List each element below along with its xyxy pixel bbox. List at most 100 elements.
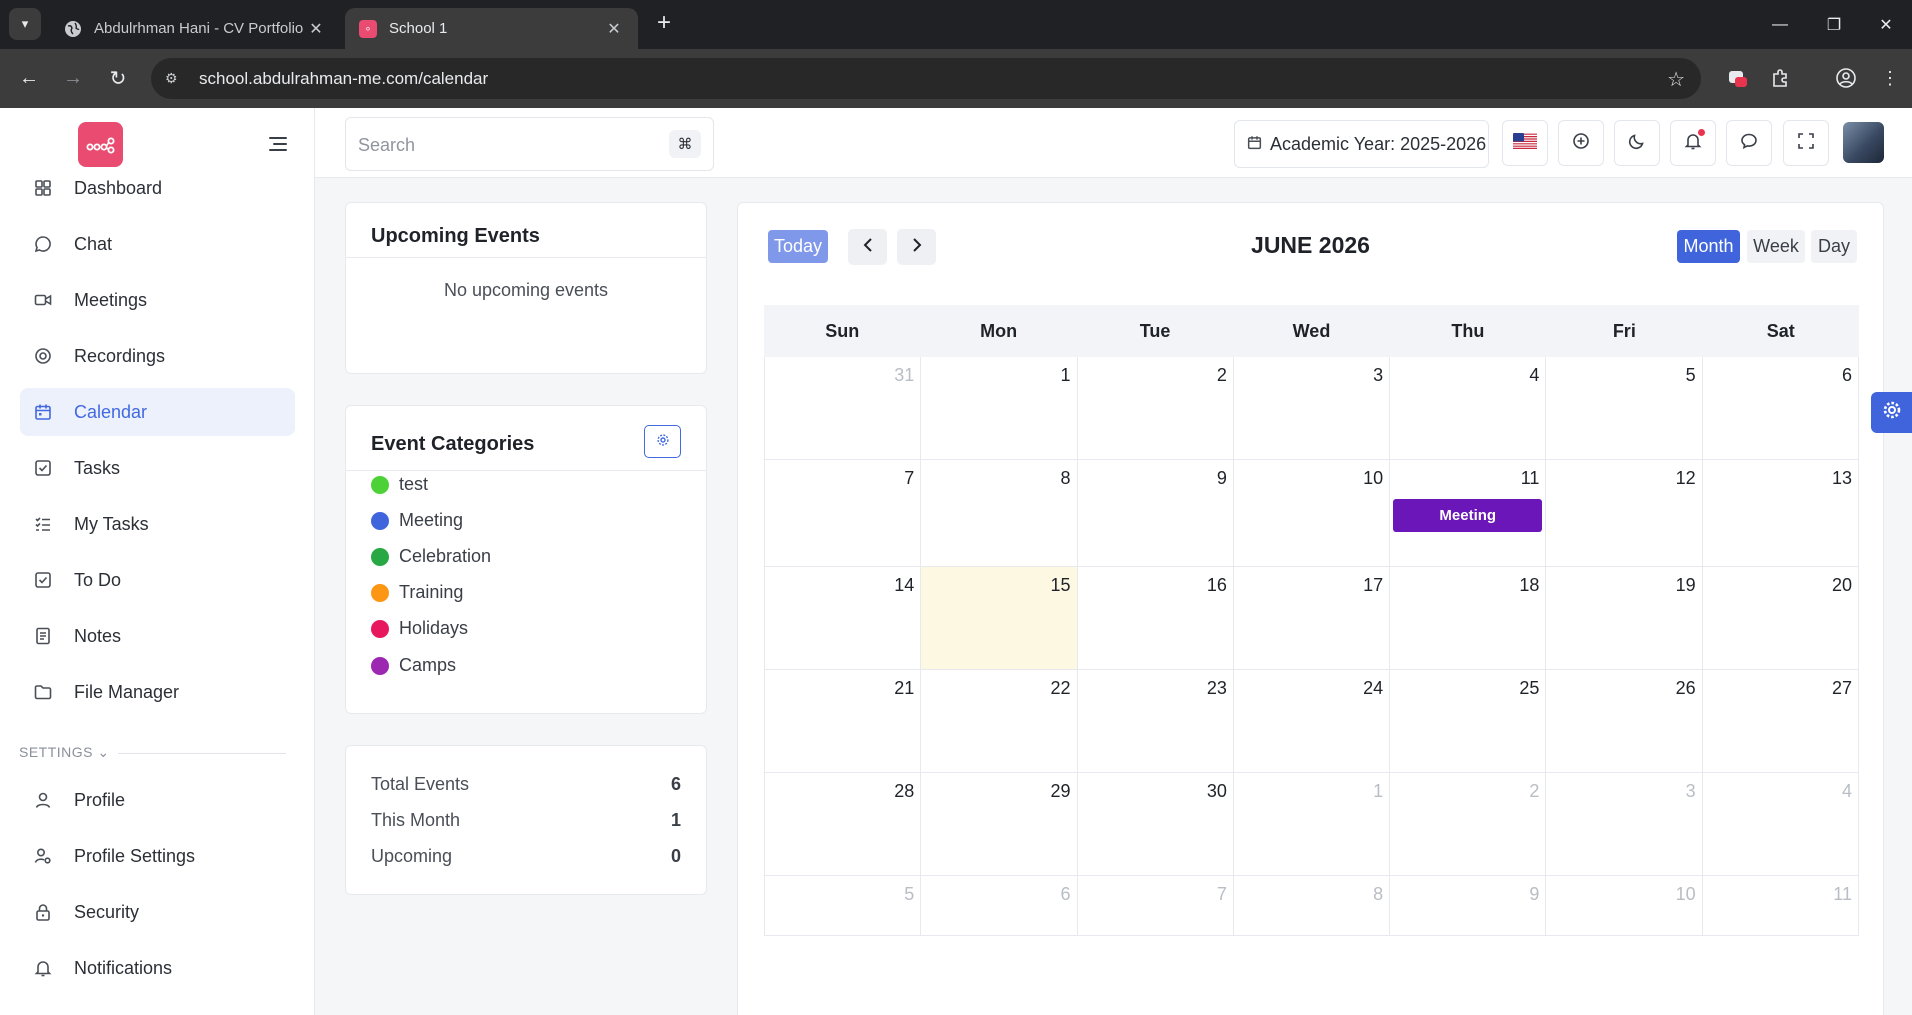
day-number[interactable]: 26	[1676, 678, 1696, 699]
calendar-day-cell-today[interactable]: 15	[921, 567, 1078, 669]
academic-year-selector[interactable]: Academic Year: 2025-2026	[1234, 120, 1489, 168]
day-number[interactable]: 1	[1373, 781, 1383, 802]
close-tab-icon[interactable]: ✕	[306, 19, 326, 39]
sidebar-item-security[interactable]: Security	[20, 888, 295, 936]
calendar-day-cell[interactable]: 20	[1703, 567, 1859, 669]
app-logo[interactable]	[78, 122, 123, 167]
day-number[interactable]: 11	[1521, 468, 1540, 489]
calendar-day-cell[interactable]: 25	[1390, 670, 1547, 772]
reload-icon[interactable]: ↻	[102, 62, 134, 94]
calendar-day-cell[interactable]: 31	[765, 357, 922, 459]
day-number[interactable]: 1	[1061, 365, 1071, 386]
category-item[interactable]: Meeting	[371, 510, 463, 531]
calendar-day-cell[interactable]: 5	[1546, 357, 1703, 459]
calendar-day-cell[interactable]: 8	[1234, 876, 1391, 935]
sidebar-item-to-do[interactable]: To Do	[20, 556, 295, 604]
site-info-icon[interactable]: ⚙	[165, 70, 185, 87]
day-number[interactable]: 9	[1529, 884, 1539, 905]
previous-month-button[interactable]	[848, 229, 887, 265]
calendar-day-cell[interactable]: 2	[1390, 773, 1547, 875]
day-number[interactable]: 10	[1676, 884, 1696, 905]
day-number[interactable]: 17	[1363, 575, 1383, 596]
day-number[interactable]: 5	[1686, 365, 1696, 386]
address-bar[interactable]: ⚙ school.abdulrahman-me.com/calendar ☆	[151, 58, 1701, 99]
day-number[interactable]: 28	[894, 781, 914, 802]
calendar-day-cell[interactable]: 7	[1078, 876, 1234, 935]
calendar-day-cell[interactable]: 5	[765, 876, 922, 935]
calendar-day-cell[interactable]: 9	[1390, 876, 1547, 935]
calendar-day-cell[interactable]: 28	[765, 773, 922, 875]
calendar-day-cell[interactable]: 3	[1546, 773, 1703, 875]
new-tab-button[interactable]: +	[650, 10, 678, 38]
add-button[interactable]	[1558, 120, 1604, 166]
calendar-day-cell[interactable]: 6	[921, 876, 1078, 935]
messages-button[interactable]	[1726, 120, 1772, 166]
day-number[interactable]: 8	[1373, 884, 1383, 905]
calendar-day-cell[interactable]: 16	[1078, 567, 1234, 669]
restore-window-icon[interactable]: ❐	[1806, 0, 1862, 49]
fullscreen-button[interactable]	[1783, 120, 1829, 166]
calendar-day-cell[interactable]: 1	[921, 357, 1078, 459]
day-number[interactable]: 2	[1529, 781, 1539, 802]
language-selector[interactable]	[1502, 120, 1548, 166]
calendar-day-cell[interactable]: 9	[1078, 460, 1234, 566]
day-number[interactable]: 23	[1207, 678, 1227, 699]
sidebar-item-file-manager[interactable]: File Manager	[20, 668, 295, 716]
calendar-day-cell[interactable]: 26	[1546, 670, 1703, 772]
calendar-day-cell[interactable]: 11	[1703, 876, 1859, 935]
minimize-window-icon[interactable]: —	[1752, 0, 1808, 49]
day-number[interactable]: 5	[904, 884, 914, 905]
theme-toggle-button[interactable]	[1614, 120, 1660, 166]
manage-categories-button[interactable]	[644, 425, 681, 458]
day-number[interactable]: 19	[1676, 575, 1696, 596]
sidebar-item-tasks[interactable]: Tasks	[20, 444, 295, 492]
day-number[interactable]: 16	[1207, 575, 1227, 596]
day-number[interactable]: 2	[1217, 365, 1227, 386]
calendar-day-cell[interactable]: 21	[765, 670, 922, 772]
day-number[interactable]: 7	[904, 468, 914, 489]
sidebar-item-profile-settings[interactable]: Profile Settings	[20, 832, 295, 880]
week-view-button[interactable]: Week	[1747, 230, 1805, 263]
day-number[interactable]: 30	[1207, 781, 1227, 802]
calendar-day-cell[interactable]: 29	[921, 773, 1078, 875]
category-item[interactable]: test	[371, 474, 428, 495]
category-item[interactable]: Holidays	[371, 618, 468, 639]
calendar-day-cell[interactable]: 8	[921, 460, 1078, 566]
calendar-day-cell[interactable]: 7	[765, 460, 922, 566]
calendar-event[interactable]: Meeting	[1393, 499, 1543, 532]
day-number[interactable]: 14	[894, 575, 914, 596]
day-number[interactable]: 20	[1832, 575, 1852, 596]
theme-customizer-button[interactable]	[1871, 392, 1912, 433]
sidebar-item-recordings[interactable]: Recordings	[20, 332, 295, 380]
day-number[interactable]: 4	[1529, 365, 1539, 386]
user-avatar[interactable]	[1843, 122, 1884, 163]
calendar-day-cell[interactable]: 4	[1703, 773, 1859, 875]
close-window-icon[interactable]: ✕	[1858, 0, 1912, 49]
day-number[interactable]: 9	[1217, 468, 1227, 489]
profile-account-icon[interactable]	[1830, 62, 1862, 94]
sidebar-item-profile[interactable]: Profile	[20, 776, 295, 824]
day-number[interactable]: 29	[1051, 781, 1071, 802]
day-number[interactable]: 3	[1686, 781, 1696, 802]
category-item[interactable]: Celebration	[371, 546, 491, 567]
calendar-day-cell[interactable]: 18	[1390, 567, 1547, 669]
day-number[interactable]: 3	[1373, 365, 1383, 386]
calendar-day-cell[interactable]: 12	[1546, 460, 1703, 566]
calendar-day-cell[interactable]: 23	[1078, 670, 1234, 772]
calendar-day-cell[interactable]: 3	[1234, 357, 1391, 459]
day-number[interactable]: 8	[1061, 468, 1071, 489]
day-number[interactable]: 24	[1363, 678, 1383, 699]
extension-icon[interactable]	[1722, 62, 1754, 94]
next-month-button[interactable]	[897, 229, 936, 265]
day-number[interactable]: 27	[1832, 678, 1852, 699]
day-number[interactable]: 22	[1051, 678, 1071, 699]
calendar-day-cell[interactable]: 6	[1703, 357, 1859, 459]
today-button[interactable]: Today	[768, 230, 828, 263]
sidebar-item-meetings[interactable]: Meetings	[20, 276, 295, 324]
calendar-day-cell[interactable]: 11 Meeting	[1390, 460, 1547, 566]
calendar-day-cell[interactable]: 19	[1546, 567, 1703, 669]
calendar-day-cell[interactable]: 10	[1234, 460, 1391, 566]
tab-search-dropdown[interactable]: ▾	[9, 8, 41, 40]
puzzle-extensions-icon[interactable]	[1764, 62, 1796, 94]
sidebar-toggle-icon[interactable]	[268, 136, 290, 154]
